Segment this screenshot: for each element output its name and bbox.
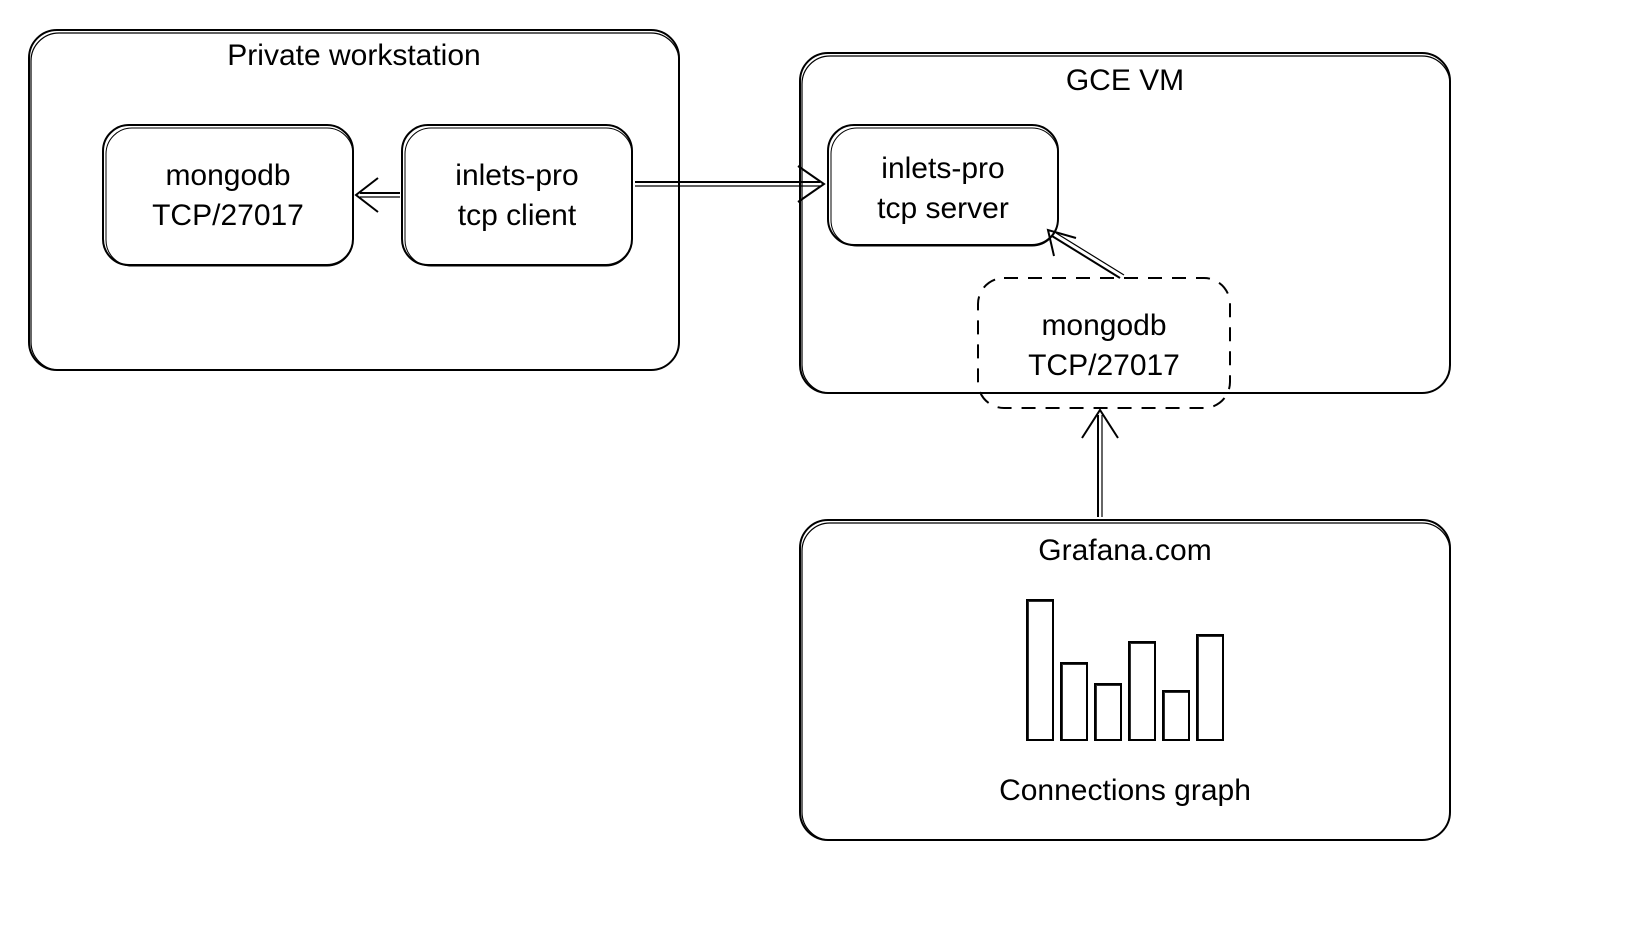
gce-title: GCE VM [1066, 64, 1184, 97]
grafana-title: Grafana.com [1038, 534, 1211, 567]
inlets-server-label-1: inlets-pro [881, 152, 1004, 185]
inlets-server-label-2: tcp server [877, 192, 1009, 225]
inlets-client-node: inlets-pro tcp client [402, 125, 632, 266]
mongodb-remote-label-2: TCP/27017 [1028, 349, 1180, 382]
inlets-client-label-1: inlets-pro [455, 159, 578, 192]
mongodb-local-label-2: TCP/27017 [152, 199, 304, 232]
grafana-container: Grafana.com Connections graph [800, 520, 1450, 840]
arrow-client-to-mongodb [356, 178, 400, 212]
inlets-server-node: inlets-pro tcp server [828, 125, 1058, 246]
mongodb-remote-node: mongodb TCP/27017 [978, 278, 1230, 408]
mongodb-remote-label-1: mongodb [1041, 309, 1166, 342]
bar-6 [1197, 635, 1223, 740]
mongodb-local-node: mongodb TCP/27017 [103, 125, 353, 266]
grafana-caption: Connections graph [999, 774, 1251, 807]
mongodb-local-label-1: mongodb [165, 159, 290, 192]
inlets-client-label-2: tcp client [458, 199, 577, 232]
workstation-title: Private workstation [227, 39, 480, 72]
bar-2 [1061, 663, 1087, 740]
bar-1 [1027, 600, 1053, 740]
architecture-diagram: Private workstation mongodb TCP/27017 in… [0, 0, 1650, 947]
bar-4 [1129, 642, 1155, 740]
connections-bar-chart-icon [1027, 600, 1223, 740]
arrow-grafana-to-remote [1082, 410, 1118, 517]
arrow-remote-to-server [1048, 230, 1124, 278]
arrow-client-to-server [635, 166, 824, 202]
bar-3 [1095, 684, 1121, 740]
bar-5 [1163, 691, 1189, 740]
